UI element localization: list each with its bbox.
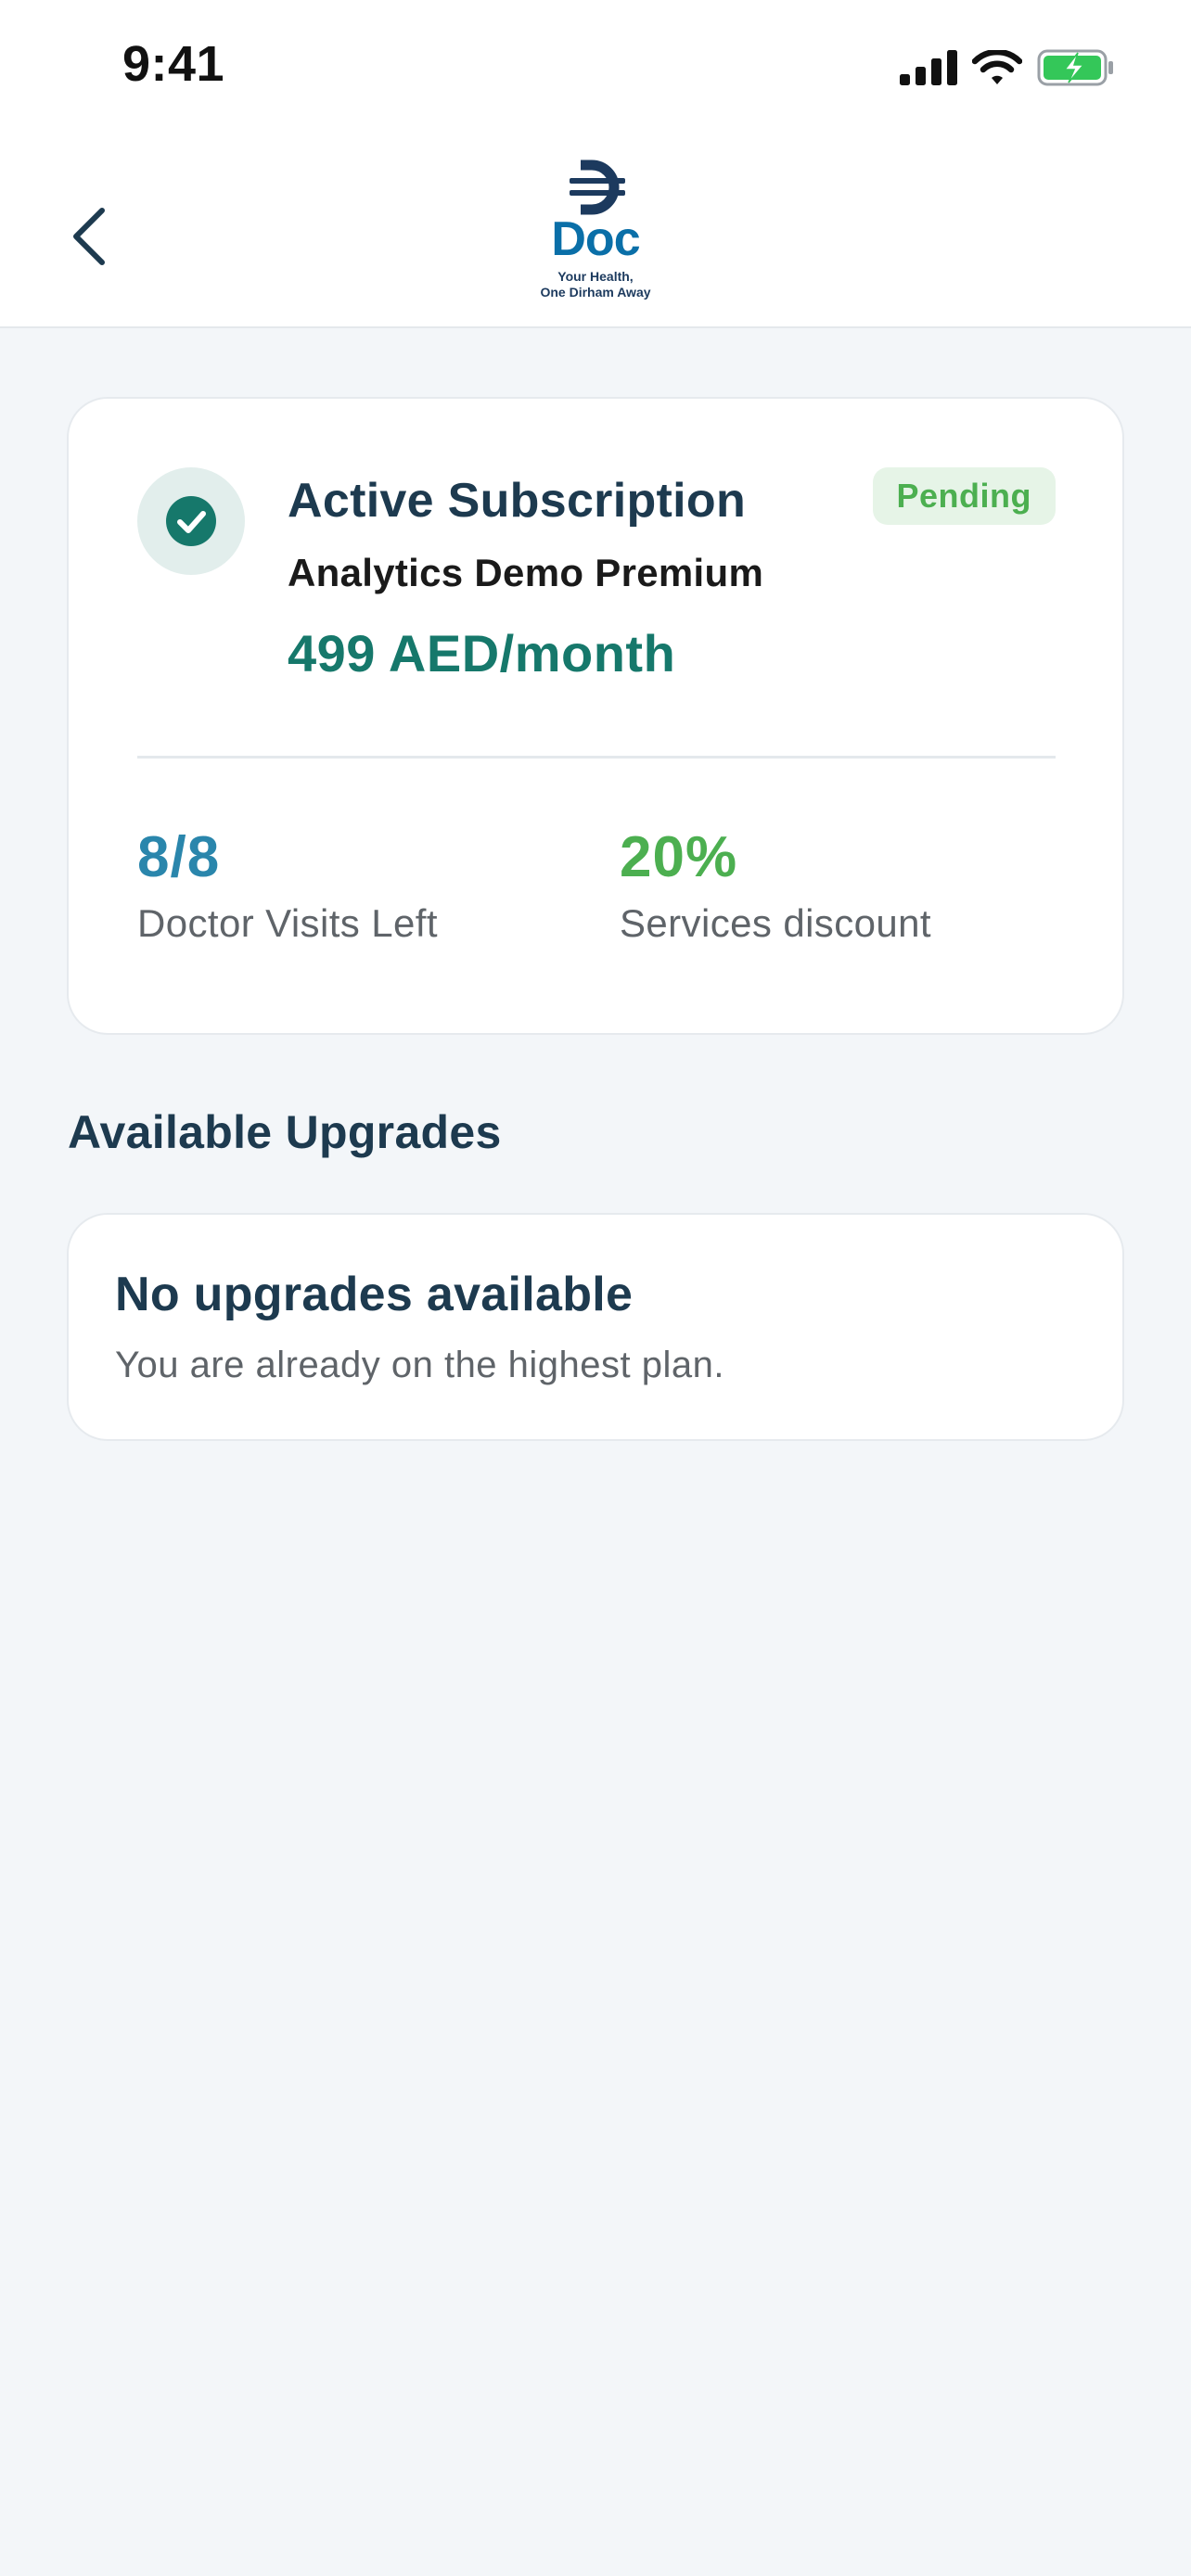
subscription-title: Active Subscription (288, 474, 747, 528)
check-badge (137, 467, 245, 575)
upgrades-empty-text: You are already on the highest plan. (115, 1345, 725, 1385)
signal-icon (900, 50, 957, 85)
logo-tagline-line1: Your Health, (557, 269, 634, 284)
section-heading-upgrades: Available Upgrades (68, 1106, 502, 1158)
subscription-card: Active Subscription Pending Analytics De… (67, 397, 1124, 1035)
upgrades-empty-title: No upgrades available (115, 1268, 634, 1321)
dirham-logo-icon (570, 159, 625, 215)
services-discount-label: Services discount (620, 901, 931, 945)
doctor-visits-label: Doctor Visits Left (137, 901, 438, 945)
status-badge: Pending (872, 467, 1056, 525)
logo-wordmark: Doc (551, 212, 640, 266)
stat-doctor-visits: 8/8 Doctor Visits Left (137, 825, 438, 946)
logo-tagline-line2: One Dirham Away (540, 285, 651, 300)
chevron-left-icon (73, 208, 105, 265)
wifi-icon (972, 50, 1022, 84)
back-button[interactable] (52, 195, 126, 278)
status-icons (900, 46, 1115, 89)
stat-services-discount: 20% Services discount (620, 825, 931, 946)
app-logo: Doc Your Health, One Dirham Away (531, 159, 660, 300)
check-circle-icon (166, 496, 216, 546)
nav-bar: Doc Your Health, One Dirham Away (0, 139, 1191, 328)
plan-name: Analytics Demo Premium (288, 551, 764, 594)
services-discount-value: 20% (620, 825, 738, 889)
battery-charging-icon (1037, 49, 1113, 86)
plan-price: 499 AED/month (288, 624, 676, 682)
status-bar: 9:41 (0, 0, 1191, 139)
doctor-visits-value: 8/8 (137, 825, 221, 889)
logo-tagline: Your Health, One Dirham Away (521, 269, 670, 300)
card-divider (137, 756, 1056, 759)
upgrades-empty-card: No upgrades available You are already on… (67, 1213, 1124, 1441)
status-time: 9:41 (122, 36, 225, 92)
